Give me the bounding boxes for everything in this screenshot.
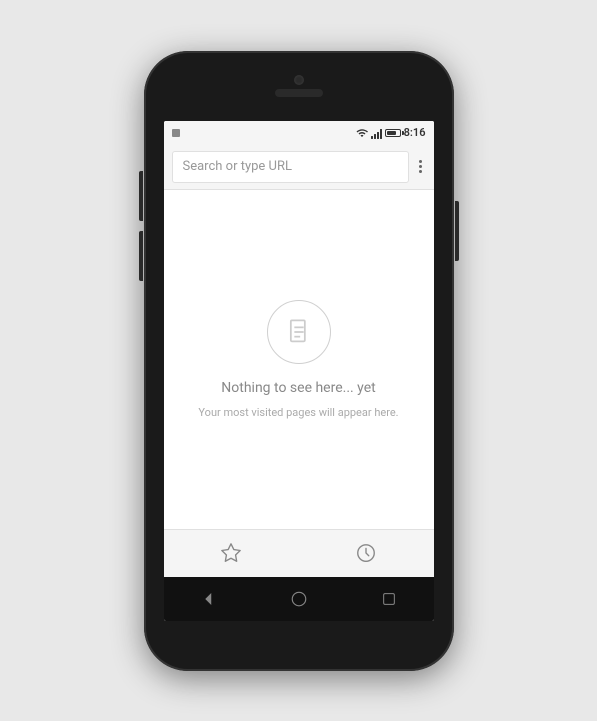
front-camera: [294, 75, 304, 85]
home-icon: [290, 590, 308, 608]
browser-bottom-tab-bar: [164, 529, 434, 577]
url-bar[interactable]: Search or type URL: [172, 151, 409, 183]
back-button[interactable]: [189, 579, 229, 619]
phone-screen: 8:16 Search or type URL: [164, 121, 434, 621]
empty-state-icon-circle: [267, 300, 331, 364]
status-bar-left: [172, 129, 180, 137]
android-nav-bar: [164, 577, 434, 621]
volume-down-button[interactable]: [139, 231, 143, 281]
empty-state-title: Nothing to see here... yet: [221, 380, 375, 396]
bookmarks-icon: [220, 542, 242, 564]
top-bezel: [144, 51, 454, 121]
empty-state-subtitle: Your most visited pages will appear here…: [198, 406, 398, 419]
phone-device: 8:16 Search or type URL: [144, 51, 454, 671]
url-bar-placeholder: Search or type URL: [183, 159, 398, 174]
browser-menu-button[interactable]: [415, 156, 426, 177]
bookmarks-tab[interactable]: [209, 531, 253, 575]
signal-strength-icon: [371, 127, 382, 139]
recents-icon: [381, 591, 397, 607]
history-tab[interactable]: [344, 531, 388, 575]
status-bar: 8:16: [164, 121, 434, 145]
browser-toolbar: Search or type URL: [164, 145, 434, 190]
home-button[interactable]: [279, 579, 319, 619]
power-button[interactable]: [455, 201, 459, 261]
volume-up-button[interactable]: [139, 171, 143, 221]
battery-icon: [385, 129, 401, 137]
document-icon: [285, 318, 313, 346]
menu-dot-2: [419, 165, 422, 168]
history-icon: [355, 542, 377, 564]
status-time: 8:16: [404, 126, 426, 139]
wifi-icon: [356, 127, 368, 139]
back-icon: [200, 590, 218, 608]
browser-content: Nothing to see here... yet Your most vis…: [164, 190, 434, 529]
recents-button[interactable]: [369, 579, 409, 619]
status-bar-right: 8:16: [356, 126, 426, 139]
menu-dot-3: [419, 170, 422, 173]
menu-dot-1: [419, 160, 422, 163]
earpiece-speaker: [275, 89, 323, 97]
notification-icon: [172, 129, 180, 137]
empty-state: Nothing to see here... yet Your most vis…: [198, 300, 398, 419]
